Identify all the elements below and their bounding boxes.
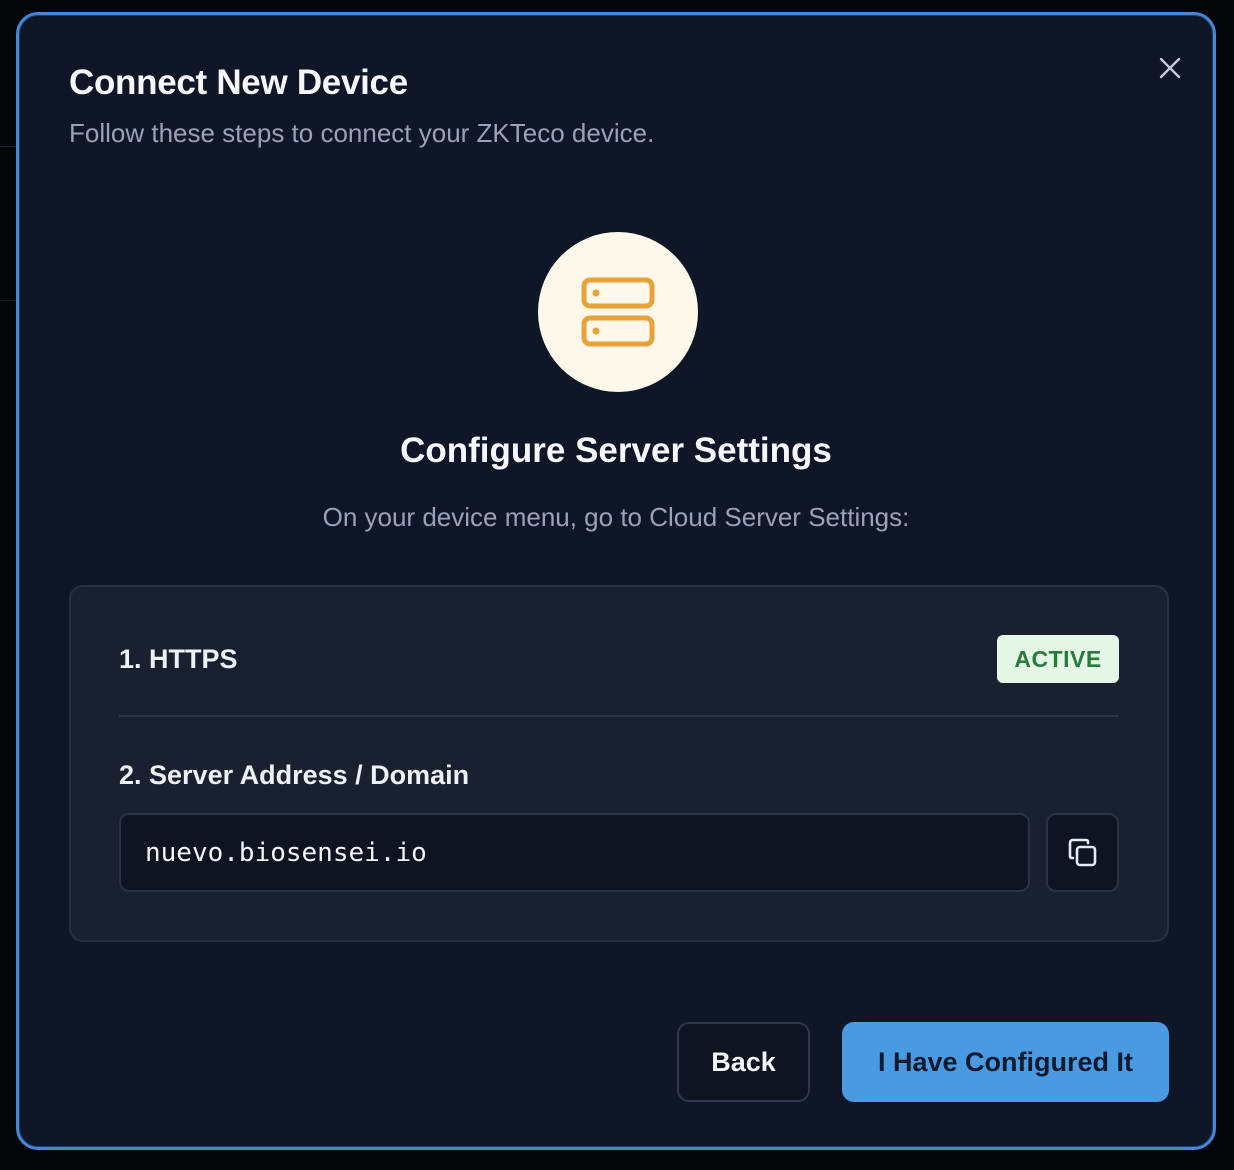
status-badge: ACTIVE	[997, 635, 1119, 683]
dialog-subtitle: Follow these steps to connect your ZKTec…	[69, 118, 655, 148]
step-description: On your device menu, go to Cloud Server …	[322, 502, 910, 532]
copy-button[interactable]	[1046, 813, 1119, 892]
close-icon	[1159, 57, 1181, 79]
back-button[interactable]: Back	[677, 1022, 810, 1102]
close-button[interactable]	[1153, 51, 1187, 85]
step-icon-container	[538, 232, 698, 392]
https-label: 1. HTTPS	[119, 644, 238, 674]
step-title: Configure Server Settings	[400, 431, 832, 470]
server-icon	[581, 277, 655, 347]
confirm-configured-button[interactable]: I Have Configured It	[842, 1022, 1169, 1102]
dialog-title: Connect New Device	[69, 63, 408, 102]
connect-device-dialog: Connect New Device Follow these steps to…	[16, 12, 1216, 1150]
server-settings-card: 1. HTTPS ACTIVE 2. Server Address / Doma…	[69, 585, 1169, 942]
server-address-label: 2. Server Address / Domain	[119, 760, 470, 790]
copy-icon	[1068, 838, 1096, 866]
server-address-input[interactable]	[119, 813, 1030, 892]
divider	[119, 715, 1119, 717]
